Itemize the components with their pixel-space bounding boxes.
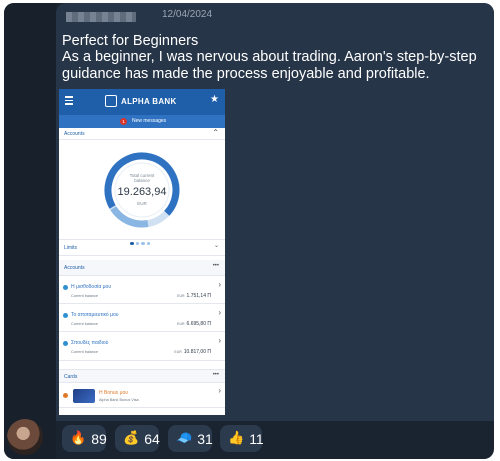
- limits-label: Limits: [64, 245, 78, 251]
- reaction-money-bag[interactable]: 💰 64: [115, 425, 160, 452]
- donut-value: 19.263,94: [117, 186, 167, 198]
- donut-currency: EUR: [137, 201, 147, 206]
- reaction-cap[interactable]: 🧢 31: [168, 425, 213, 452]
- account-dot-icon: [63, 313, 68, 318]
- reaction-thumbs-up[interactable]: 👍 11: [220, 425, 264, 452]
- account-sub: Current balance: [71, 322, 99, 326]
- balance-donut: Total current balance 19.263,94 EUR: [103, 151, 181, 229]
- bank-app-screenshot[interactable]: ALPHA BANK ★ 1 New messages Accounts ⌃ T…: [59, 89, 225, 415]
- accounts-header: Accounts ⌃: [59, 128, 225, 140]
- account-currency: EUR: [174, 350, 182, 354]
- account-amount: EUR 1.751,14 Π: [177, 293, 211, 299]
- menu-icon: [65, 96, 73, 105]
- card-sub: Alpha Bank Bonus Visa: [99, 398, 139, 402]
- chevron-down-icon: ⌄: [213, 243, 219, 249]
- account-dot-icon: [63, 285, 68, 290]
- bank-app-header: ALPHA BANK ★: [59, 89, 225, 115]
- more-icon: •••: [212, 263, 219, 269]
- card-name: Η Bonus μου: [99, 390, 128, 396]
- donut-label: Total current balance: [103, 173, 181, 183]
- reaction-count: 31: [197, 430, 213, 447]
- bank-logo-icon: [105, 95, 117, 107]
- card-row[interactable]: Η Bonus μου Alpha Bank Bonus Visa ›: [59, 384, 225, 408]
- limits-row[interactable]: Limits ⌄: [59, 239, 225, 256]
- cards-section-row[interactable]: Cards •••: [59, 369, 225, 383]
- account-amount-value: 1.751,14 Π: [186, 293, 211, 299]
- message-date: 12/04/2024: [162, 9, 213, 20]
- account-currency: EUR: [177, 322, 185, 326]
- chevron-up-icon: ⌃: [212, 128, 219, 137]
- chevron-right-icon: ›: [218, 308, 221, 317]
- card-thumbnail: [73, 389, 95, 403]
- new-messages-label: New messages: [132, 118, 167, 124]
- card-dot-icon: [63, 393, 68, 398]
- accounts-section-label: Accounts: [64, 265, 85, 271]
- account-currency: EUR: [177, 294, 185, 298]
- account-amount: EUR 10.817,00 Π: [174, 349, 211, 355]
- cards-section-label: Cards: [64, 374, 78, 380]
- carousel-dots[interactable]: [130, 232, 154, 245]
- message-body: As a beginner, I was nervous about tradi…: [62, 49, 477, 82]
- account-sub: Current balance: [71, 350, 99, 354]
- sender-name-blurred[interactable]: [66, 12, 136, 22]
- new-messages-badge: 1: [120, 118, 127, 125]
- account-name: Το αποταμιευτικό μου: [71, 312, 119, 318]
- accounts-header-label: Accounts: [64, 131, 85, 137]
- reaction-fire[interactable]: 🔥 89: [62, 425, 107, 452]
- donut-label-line2: balance: [134, 178, 150, 183]
- left-gutter: [4, 3, 56, 459]
- account-amount-value: 6.695,80 Π: [186, 321, 211, 327]
- account-name: Σπουδές παιδιού: [71, 340, 109, 346]
- reaction-count: 64: [144, 430, 160, 447]
- more-icon: •••: [212, 372, 219, 378]
- bank-brand: ALPHA BANK: [121, 97, 177, 106]
- avatar[interactable]: [7, 419, 43, 455]
- account-amount-value: 10.817,00 Π: [183, 349, 211, 355]
- account-dot-icon: [63, 341, 68, 346]
- chevron-right-icon: ›: [218, 386, 221, 395]
- account-row[interactable]: Η μισθοδοσία μου Current balance EUR 1.75…: [59, 277, 225, 304]
- account-row[interactable]: Σπουδές παιδιού Current balance EUR 10.81…: [59, 333, 225, 361]
- star-icon: ★: [210, 94, 219, 105]
- account-name: Η μισθοδοσία μου: [71, 284, 112, 290]
- account-amount: EUR 6.695,80 Π: [177, 321, 211, 327]
- accounts-section-row[interactable]: Accounts •••: [59, 260, 225, 276]
- message-title: Perfect for Beginners: [62, 33, 199, 49]
- money-bag-icon: 💰: [123, 431, 140, 446]
- reaction-count: 89: [91, 430, 107, 447]
- thumbs-up-icon: 👍: [228, 431, 245, 446]
- account-row[interactable]: Το αποταμιευτικό μου Current balance EUR…: [59, 305, 225, 332]
- reaction-count: 11: [249, 430, 264, 447]
- chevron-right-icon: ›: [218, 336, 221, 345]
- new-messages-bar: 1 New messages: [59, 115, 225, 128]
- chevron-right-icon: ›: [218, 280, 221, 289]
- cap-icon: 🧢: [176, 431, 193, 446]
- fire-icon: 🔥: [70, 431, 87, 446]
- account-sub: Current balance: [71, 294, 99, 298]
